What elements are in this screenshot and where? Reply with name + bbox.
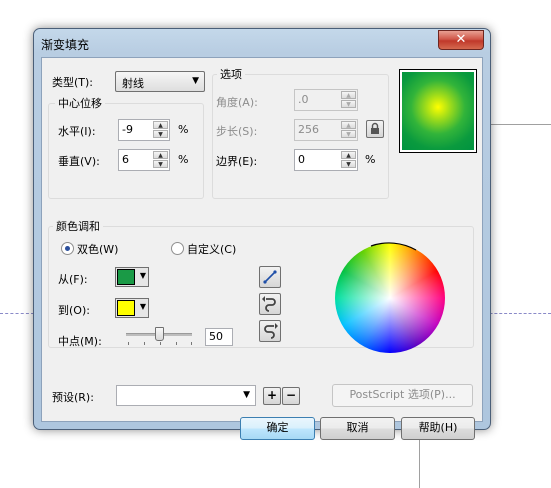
chevron-down-icon: ▼ xyxy=(139,302,146,311)
to-label: 到(O): xyxy=(58,304,90,317)
vertical-spinbox[interactable]: 6 ▲ ▼ xyxy=(118,149,170,171)
custom-label[interactable]: 自定义(C) xyxy=(187,241,236,257)
rotate-ccw-icon xyxy=(262,296,276,312)
two-color-label[interactable]: 双色(W) xyxy=(77,241,118,257)
horizontal-unit: % xyxy=(178,123,189,136)
ok-button[interactable]: 确定 xyxy=(240,417,315,440)
spin-down-arrow[interactable]: ▼ xyxy=(341,130,356,138)
rotate-cw-icon xyxy=(264,323,278,339)
title-bar[interactable]: 渐变填充 ✕ xyxy=(34,29,490,57)
vertical-unit: % xyxy=(178,153,189,166)
background-guide-line xyxy=(490,124,551,125)
color-blend-title: 颜色调和 xyxy=(53,218,103,234)
angle-label: 角度(A): xyxy=(216,96,258,109)
edge-spinbox[interactable]: 0 ▲ ▼ xyxy=(294,149,358,171)
options-title: 选项 xyxy=(217,66,245,82)
steps-lock-button[interactable] xyxy=(366,120,384,138)
window-title: 渐变填充 xyxy=(41,38,90,52)
spin-up-arrow[interactable]: ▲ xyxy=(341,151,356,159)
help-button[interactable]: 帮助(H) xyxy=(401,417,475,440)
type-label: 类型(T): xyxy=(52,76,94,89)
vertical-label: 垂直(V): xyxy=(58,155,100,168)
to-color-picker[interactable]: ▼ xyxy=(115,298,149,318)
midpoint-input[interactable]: 50 xyxy=(205,328,233,346)
from-color-swatch xyxy=(117,269,135,285)
to-color-swatch xyxy=(117,300,135,316)
spin-up-arrow[interactable]: ▲ xyxy=(153,121,168,129)
postscript-options-button[interactable]: PostScript 选项(P)... xyxy=(332,384,473,407)
midpoint-value: 50 xyxy=(209,330,223,343)
remove-preset-button[interactable]: − xyxy=(282,387,300,405)
from-label: 从(F): xyxy=(58,273,88,286)
chevron-down-icon: ▼ xyxy=(192,76,199,86)
spin-up-arrow[interactable]: ▲ xyxy=(341,91,356,99)
edge-value: 0 xyxy=(298,153,305,166)
color-wheel-graphic xyxy=(335,242,445,353)
steps-spinbox[interactable]: 256 ▲ ▼ xyxy=(294,119,358,141)
dialog-client-area: 类型(T): 射线 ▼ 中心位移 水平(I): -9 ▲ ▼ % 垂直(V): 6… xyxy=(41,57,483,440)
counterclockwise-path-button[interactable] xyxy=(259,293,281,315)
horizontal-value: -9 xyxy=(122,123,133,136)
clockwise-path-button[interactable] xyxy=(259,320,281,342)
slider-tick xyxy=(176,342,177,345)
steps-value: 256 xyxy=(298,123,319,136)
vertical-value: 6 xyxy=(122,153,129,166)
chevron-down-icon: ▼ xyxy=(243,390,250,400)
horizontal-label: 水平(I): xyxy=(58,125,96,138)
steps-label: 步长(S): xyxy=(216,125,258,138)
custom-radio[interactable] xyxy=(171,242,184,255)
direct-path-button[interactable] xyxy=(259,266,281,288)
spin-down-arrow[interactable]: ▼ xyxy=(341,100,356,108)
center-offset-title: 中心位移 xyxy=(55,95,105,111)
spin-down-arrow[interactable]: ▼ xyxy=(153,130,168,138)
angle-spinbox[interactable]: .0 ▲ ▼ xyxy=(294,89,358,111)
slider-tick xyxy=(160,342,161,345)
horizontal-spinbox[interactable]: -9 ▲ ▼ xyxy=(118,119,170,141)
type-value: 射线 xyxy=(122,77,144,90)
radio-dot xyxy=(65,246,70,251)
type-dropdown[interactable]: 射线 ▼ xyxy=(115,71,205,92)
gradient-preview[interactable] xyxy=(399,69,477,153)
line-path-icon xyxy=(263,270,277,284)
preset-label: 预设(R): xyxy=(52,391,94,404)
gradient-preview-fill xyxy=(402,72,474,150)
preset-dropdown[interactable]: ▼ xyxy=(116,385,256,406)
spin-up-arrow[interactable]: ▲ xyxy=(153,151,168,159)
from-color-picker[interactable]: ▼ xyxy=(115,267,149,287)
spin-down-arrow[interactable]: ▼ xyxy=(153,160,168,168)
edge-unit: % xyxy=(365,153,376,166)
spin-down-arrow[interactable]: ▼ xyxy=(341,160,356,168)
add-preset-button[interactable]: + xyxy=(263,387,281,405)
slider-tick xyxy=(191,342,192,345)
chevron-down-icon: ▼ xyxy=(139,271,146,280)
midpoint-slider-thumb[interactable] xyxy=(155,327,164,341)
edge-label: 边界(E): xyxy=(216,155,258,168)
color-wheel[interactable] xyxy=(334,242,446,354)
close-button[interactable]: ✕ xyxy=(438,30,484,50)
lock-icon xyxy=(371,122,379,134)
spin-up-arrow[interactable]: ▲ xyxy=(341,121,356,129)
two-color-radio[interactable] xyxy=(61,242,74,255)
cancel-button[interactable]: 取消 xyxy=(320,417,395,440)
fountain-fill-dialog: 渐变填充 ✕ 类型(T): 射线 ▼ 中心位移 水平(I): -9 ▲ ▼ % 垂… xyxy=(33,28,491,440)
angle-value: .0 xyxy=(298,93,309,106)
slider-tick xyxy=(144,342,145,345)
slider-tick xyxy=(128,342,129,345)
midpoint-label: 中点(M): xyxy=(58,335,102,348)
